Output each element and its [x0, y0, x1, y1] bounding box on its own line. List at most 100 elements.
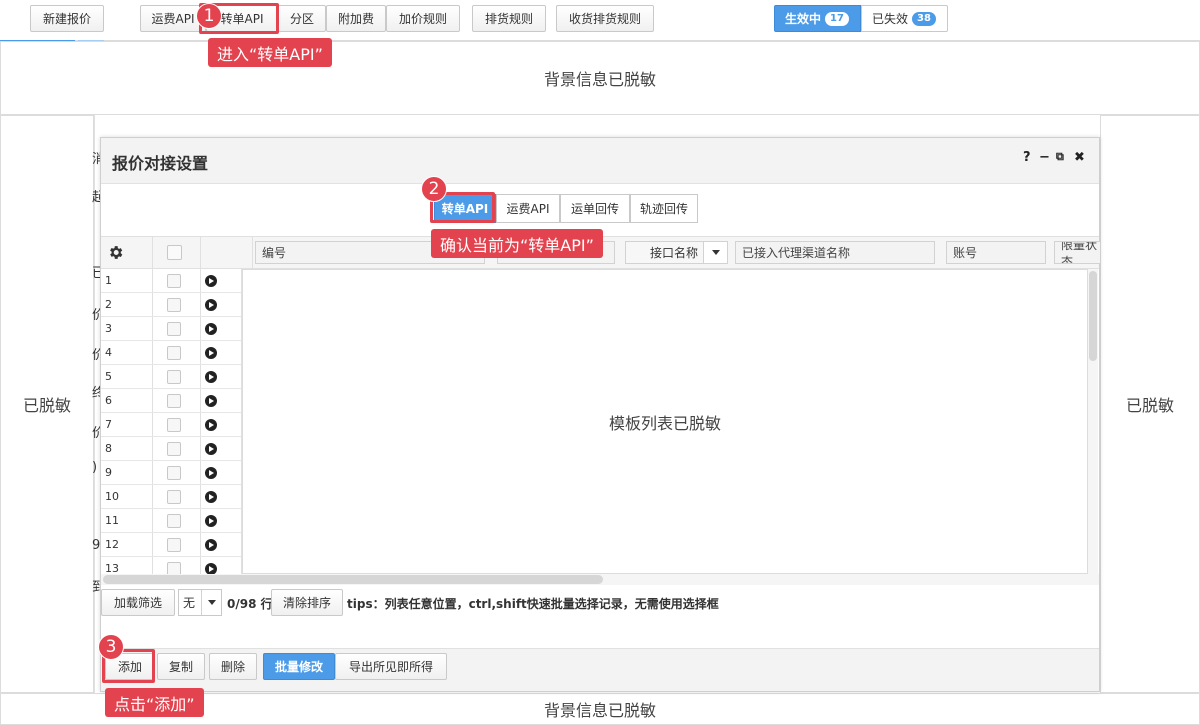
- table-row[interactable]: 6: [101, 389, 241, 413]
- expand-icon[interactable]: [205, 299, 217, 311]
- row-checkbox[interactable]: [167, 298, 181, 312]
- expand-icon[interactable]: [205, 419, 217, 431]
- table-row[interactable]: 11: [101, 509, 241, 533]
- row-number: 4: [105, 346, 112, 359]
- masked-left-panel: 已脱敏: [0, 115, 94, 693]
- chevron-down-icon[interactable]: [703, 242, 727, 263]
- row-number: 2: [105, 298, 112, 311]
- interface-name-label: 接口名称: [650, 246, 699, 260]
- table-row[interactable]: 3: [101, 317, 241, 341]
- status-active-count: 17: [825, 11, 849, 26]
- table-row[interactable]: 1: [101, 269, 241, 293]
- select-all-checkbox[interactable]: [167, 245, 182, 260]
- table-row[interactable]: 5: [101, 365, 241, 389]
- row-checkbox[interactable]: [167, 346, 181, 360]
- channel-name-column-filter[interactable]: 已接入代理渠道名称: [735, 241, 935, 264]
- tips-text: tips：列表任意位置，ctrl,shift快速批量选择记录，无需使用选择框: [347, 597, 719, 611]
- chevron-down-icon[interactable]: [201, 590, 221, 615]
- row-checkbox[interactable]: [167, 322, 181, 336]
- subtab-waybill-callback[interactable]: 运单回传: [560, 194, 630, 223]
- step-2-badge: 2: [421, 176, 447, 202]
- expand-icon[interactable]: [205, 491, 217, 503]
- expand-icon[interactable]: [205, 395, 217, 407]
- table-row[interactable]: 8: [101, 437, 241, 461]
- horizontal-scrollbar-thumb[interactable]: [103, 575, 603, 584]
- tab-markup-rules[interactable]: 加价规则: [386, 5, 460, 32]
- expand-header-cell: [201, 237, 253, 268]
- gear-icon[interactable]: [107, 244, 124, 261]
- expand-icon[interactable]: [205, 275, 217, 287]
- row-number: 10: [105, 490, 119, 503]
- expand-icon[interactable]: [205, 323, 217, 335]
- copy-button[interactable]: 复制: [157, 653, 205, 680]
- row-checkbox[interactable]: [167, 370, 181, 384]
- row-checkbox[interactable]: [167, 418, 181, 432]
- expand-icon[interactable]: [205, 371, 217, 383]
- expand-icon[interactable]: [205, 347, 217, 359]
- step-1-badge: 1: [196, 3, 222, 29]
- row-number: 6: [105, 394, 112, 407]
- filter-select-value: 无: [183, 596, 196, 610]
- table-row[interactable]: 2: [101, 293, 241, 317]
- table-row[interactable]: 4: [101, 341, 241, 365]
- row-count: 0/98 行: [227, 597, 273, 611]
- row-number: 12: [105, 538, 119, 551]
- row-checkbox[interactable]: [167, 274, 181, 288]
- row-number: 5: [105, 370, 112, 383]
- row-checkbox[interactable]: [167, 394, 181, 408]
- help-icon[interactable]: ?: [1023, 150, 1031, 165]
- row-checkbox[interactable]: [167, 442, 181, 456]
- dialog-header: 报价对接设置 ? − ⧉ ✖: [101, 138, 1099, 184]
- new-quote-button[interactable]: 新建报价: [30, 5, 104, 32]
- row-number: 3: [105, 322, 112, 335]
- expand-icon[interactable]: [205, 443, 217, 455]
- status-active-toggle[interactable]: 生效中 17: [774, 5, 861, 32]
- horizontal-scrollbar[interactable]: [101, 574, 1099, 585]
- status-expired-toggle[interactable]: 已失效 38: [861, 5, 948, 32]
- filter-select[interactable]: 无: [178, 589, 222, 616]
- step-2-callout: 确认当前为“转单API”: [431, 229, 603, 258]
- table-row[interactable]: 9: [101, 461, 241, 485]
- row-checkbox[interactable]: [167, 466, 181, 480]
- quote-integration-dialog: 报价对接设置 ? − ⧉ ✖ 转单API 运费API 运单回传 轨迹回传 编号 …: [100, 137, 1100, 692]
- delete-button[interactable]: 删除: [209, 653, 257, 680]
- tab-surcharge[interactable]: 附加费: [326, 5, 386, 32]
- close-icon[interactable]: ✖: [1074, 150, 1085, 165]
- row-number: 9: [105, 466, 112, 479]
- load-filter-button[interactable]: 加载筛选: [101, 589, 175, 616]
- interface-name-column-filter[interactable]: 接口名称: [625, 241, 728, 264]
- expand-icon[interactable]: [205, 515, 217, 527]
- dialog-title: 报价对接设置: [112, 154, 209, 173]
- pickup-rules-button[interactable]: 排货规则: [472, 5, 546, 32]
- limit-status-column-filter[interactable]: 限量状态: [1054, 241, 1100, 264]
- step-1-callout: 进入“转单API”: [208, 38, 332, 67]
- row-number: 8: [105, 442, 112, 455]
- subtab-tracking-callback[interactable]: 轨迹回传: [630, 194, 698, 223]
- row-number: 11: [105, 514, 119, 527]
- popout-icon[interactable]: ⧉: [1056, 150, 1064, 164]
- step-3-callout: 点击“添加”: [105, 688, 204, 717]
- table-row[interactable]: 13: [101, 557, 241, 575]
- table-row[interactable]: 7: [101, 413, 241, 437]
- tab-zones[interactable]: 分区: [278, 5, 326, 32]
- vertical-scrollbar[interactable]: [1088, 269, 1098, 574]
- bg-fragment-8: ): [92, 460, 98, 475]
- receive-pickup-rules-button[interactable]: 收货排货规则: [556, 5, 654, 32]
- clear-sort-button[interactable]: 清除排序: [271, 589, 343, 616]
- batch-edit-button[interactable]: 批量修改: [263, 653, 335, 680]
- status-expired-count: 38: [912, 11, 936, 26]
- table-row[interactable]: 12: [101, 533, 241, 557]
- expand-icon[interactable]: [205, 467, 217, 479]
- vertical-scrollbar-thumb[interactable]: [1089, 271, 1097, 361]
- row-checkbox[interactable]: [167, 514, 181, 528]
- row-checkbox[interactable]: [167, 538, 181, 552]
- minimize-icon[interactable]: −: [1039, 150, 1050, 165]
- select-all-cell: [153, 237, 201, 268]
- expand-icon[interactable]: [205, 539, 217, 551]
- row-checkbox[interactable]: [167, 490, 181, 504]
- status-expired-label: 已失效: [872, 12, 909, 26]
- account-column-filter[interactable]: 账号: [946, 241, 1046, 264]
- table-row[interactable]: 10: [101, 485, 241, 509]
- subtab-freight-api[interactable]: 运费API: [496, 194, 560, 223]
- export-button[interactable]: 导出所见即所得: [335, 653, 447, 680]
